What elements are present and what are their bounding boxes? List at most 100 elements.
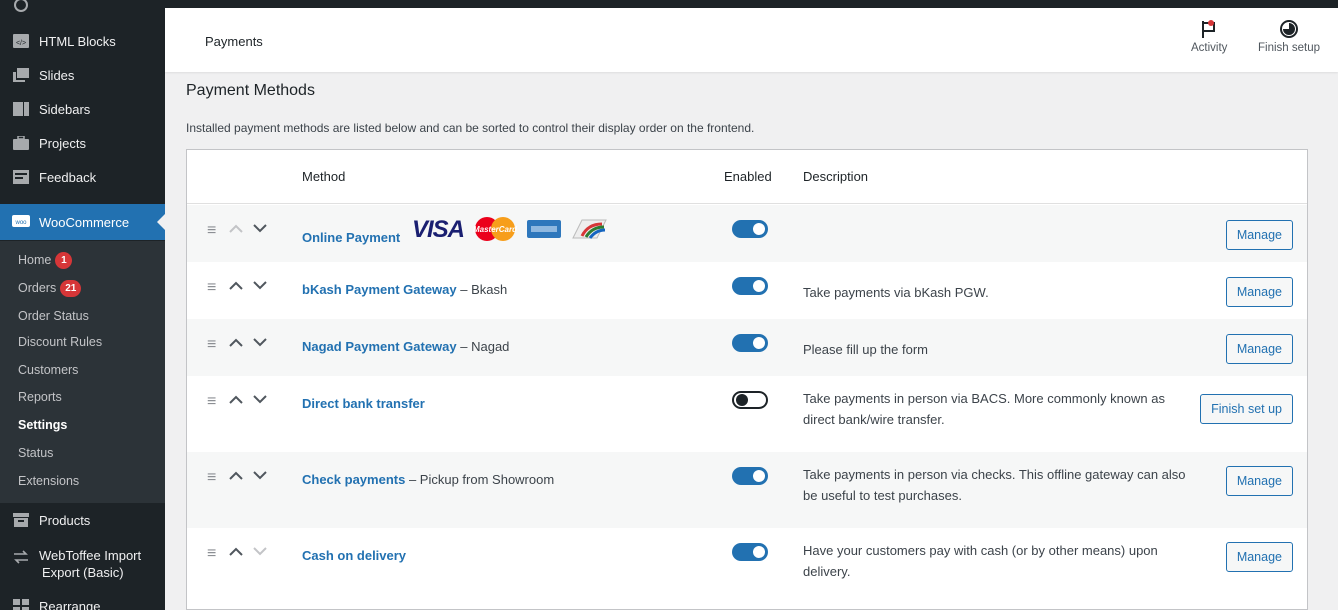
drag-handle-icon[interactable]: ≡ [207,470,216,486]
move-up-icon[interactable] [228,391,244,407]
move-up-icon[interactable] [228,543,244,559]
sidebar-item-feedback[interactable]: Feedback [0,160,165,194]
sidebar-item-label: Projects [39,135,86,151]
method-subtitle: – Pickup from Showroom [408,472,555,487]
move-up-icon[interactable] [228,220,244,236]
method-link[interactable]: Online Payment [302,230,400,245]
enabled-toggle[interactable] [732,277,768,295]
enabled-toggle[interactable] [732,391,768,409]
sidebar-item-partial[interactable] [0,0,165,22]
finish-set-up-button[interactable]: Finish set up [1200,394,1293,424]
submenu-item-order-status[interactable]: Order Status [18,306,89,326]
visa-logo: VISA [412,216,465,243]
move-down-icon[interactable] [252,277,268,293]
page-title: Payment Methods [186,82,315,99]
manage-button[interactable]: Manage [1225,277,1293,307]
move-down-icon[interactable] [252,220,268,236]
bank-card-icon [568,216,608,245]
sidebar-item-label: Rearrange [39,598,101,610]
sidebar-item-label: HTML Blocks [39,33,116,49]
import-export-icon [12,549,30,565]
payment-methods-table: Method Enabled Description ≡ Online Paym… [186,149,1308,610]
card-logos: VISA MasterCard [412,215,608,245]
manage-button[interactable]: Manage [1225,220,1293,250]
sidebar-item-label-line1: WebToffee Import [39,548,142,563]
enabled-toggle[interactable] [732,334,768,352]
submenu-item-status[interactable]: Status [18,443,53,463]
slides-icon [12,67,30,83]
table-row: ≡ Online Payment VISA MasterCard Manage [187,205,1307,262]
move-up-icon[interactable] [228,334,244,350]
enabled-toggle[interactable] [732,467,768,485]
move-up-icon[interactable] [228,467,244,483]
flag-icon [1200,16,1218,42]
progress-circle-icon [1279,16,1299,42]
drag-handle-icon[interactable]: ≡ [207,280,216,296]
drag-handle-icon[interactable]: ≡ [207,337,216,353]
products-icon [12,512,30,528]
drag-handle-icon[interactable]: ≡ [207,223,216,239]
woocommerce-submenu: Home 1 Orders 21 Order Status Discount R… [0,241,165,503]
method-link[interactable]: bKash Payment Gateway – Bkash [302,282,507,297]
method-subtitle: – Bkash [460,282,508,297]
method-description: Please fill up the form [803,342,929,357]
woocommerce-header-bar: Payments Activity Finish setup [165,8,1338,72]
svg-text:</>: </> [16,40,26,47]
top-strip [0,0,1338,8]
sidebars-icon [12,101,30,117]
method-link[interactable]: Nagad Payment Gateway – Nagad [302,339,509,354]
manage-button[interactable]: Manage [1225,466,1293,496]
sidebar-item-products[interactable]: Products [0,503,165,537]
sidebar-item-label: Products [39,512,91,528]
sidebar-item-rearrange[interactable]: Rearrange [0,589,165,610]
submenu-item-customers[interactable]: Customers [18,360,78,380]
enabled-toggle[interactable] [732,220,768,238]
enabled-toggle[interactable] [732,543,768,561]
manage-button[interactable]: Manage [1225,334,1293,364]
submenu-item-discount-rules[interactable]: Discount Rules [18,332,102,352]
sidebar-item-html-blocks[interactable]: </> HTML Blocks [0,24,165,58]
feedback-icon [12,169,30,185]
drag-handle-icon[interactable]: ≡ [207,546,216,562]
projects-icon [12,135,30,151]
table-row: ≡ Check payments – Pickup from Showroom … [187,452,1307,528]
submenu-item-home[interactable]: Home 1 [18,250,73,270]
move-down-icon[interactable] [252,467,268,483]
sidebar-item-projects[interactable]: Projects [0,126,165,160]
method-link[interactable]: Direct bank transfer [302,396,425,411]
manage-button[interactable]: Manage [1225,542,1293,572]
activity-label: Activity [1191,42,1228,54]
method-link[interactable]: Cash on delivery [302,548,406,563]
sidebar-item-label: Feedback [39,169,97,185]
sidebar-item-webtoffee-import-export[interactable]: WebToffee Import Export (Basic) [0,541,165,585]
svg-text:woo: woo [14,220,27,226]
move-down-icon[interactable] [252,391,268,407]
amex-card-icon [526,218,562,243]
method-description: Have your customers pay with cash (or by… [803,543,1158,579]
method-description: Take payments in person via checks. This… [803,467,1186,503]
drag-handle-icon[interactable]: ≡ [207,394,216,410]
method-link[interactable]: Check payments – Pickup from Showroom [302,472,554,487]
finish-setup-button[interactable]: Finish setup [1258,16,1320,54]
activity-button[interactable]: Activity [1191,16,1227,54]
table-row: ≡ Direct bank transfer Take payments in … [187,376,1307,452]
submenu-item-orders[interactable]: Orders 21 [18,278,82,298]
method-description: Take payments in person via BACS. More c… [803,391,1165,427]
sidebar-item-woocommerce[interactable]: woo WooCommerce [0,204,165,240]
submenu-item-extensions[interactable]: Extensions [18,471,79,491]
move-down-icon[interactable] [252,334,268,350]
sidebar-item-label: Sidebars [39,101,91,117]
rearrange-icon [12,598,30,610]
sidebar-item-slides[interactable]: Slides [0,58,165,92]
page-description: Installed payment methods are listed bel… [186,121,755,135]
home-count-badge: 1 [55,251,73,269]
submenu-item-reports[interactable]: Reports [18,387,62,407]
move-down-icon[interactable] [252,543,268,559]
move-up-icon[interactable] [228,277,244,293]
sidebar-item-sidebars[interactable]: Sidebars [0,92,165,126]
submenu-item-settings[interactable]: Settings [18,415,67,435]
page-breadcrumb-title: Payments [205,34,263,49]
method-description: Take payments via bKash PGW. [803,285,989,300]
woocommerce-icon: woo [12,214,30,230]
table-header: Method Enabled Description [187,150,1307,204]
